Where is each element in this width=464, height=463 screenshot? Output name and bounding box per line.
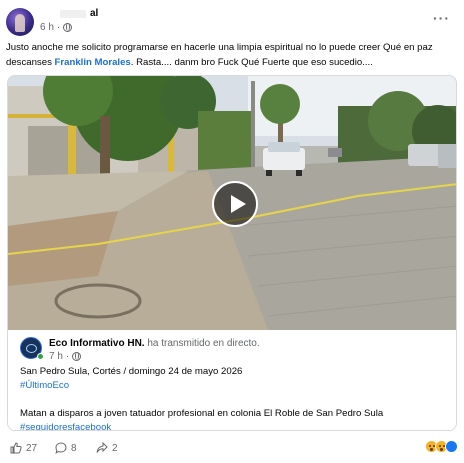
author-name-redacted <box>60 10 86 18</box>
author-avatar[interactable] <box>6 8 34 36</box>
facebook-post: al 6 h · ··· Justo anoche me solicito pr… <box>0 0 464 463</box>
video-thumbnail[interactable] <box>8 76 456 330</box>
like-button[interactable]: 27 <box>10 442 37 454</box>
page-name-link[interactable]: Eco Informativo HN. <box>49 338 145 349</box>
post-text-part2: . Rasta.... danm bro Fuck Qué Fuerte que… <box>130 57 373 68</box>
comment-count: 8 <box>71 442 77 454</box>
shared-action-text: ha transmitido en directo. <box>147 338 260 349</box>
globe-icon <box>63 23 73 32</box>
shared-post-text: San Pedro Sula, Cortés / domingo 24 de m… <box>20 365 450 430</box>
share-icon <box>96 442 108 453</box>
location-date-text: San Pedro Sula, Cortés / domingo 24 de m… <box>20 366 243 377</box>
share-button[interactable]: 2 <box>96 442 118 454</box>
like-count: 27 <box>26 442 38 454</box>
reactions-summary[interactable] <box>425 440 458 453</box>
mention-link[interactable]: Franklin Morales <box>55 57 131 68</box>
post-header: al 6 h · ··· <box>0 0 464 40</box>
hashtag-ultimoeco[interactable]: #ÚltimoEco <box>20 379 450 393</box>
post-time[interactable]: 6 h <box>40 22 54 33</box>
shared-post-card: Eco Informativo HN. ha transmitido en di… <box>7 75 457 431</box>
shared-meta: 7 h · <box>49 351 82 362</box>
more-options-icon[interactable]: ··· <box>433 10 450 26</box>
post-text: Justo anoche me solicito programarse en … <box>6 40 458 70</box>
comment-button[interactable]: 8 <box>55 442 77 454</box>
thumbs-up-icon <box>10 442 22 454</box>
comment-icon <box>55 442 67 454</box>
post-meta: 6 h · <box>40 22 73 33</box>
shared-page-line: Eco Informativo HN. ha transmitido en di… <box>49 338 260 349</box>
live-indicator-icon <box>37 353 44 360</box>
globe-icon <box>72 352 82 361</box>
hashtag-seguidores[interactable]: #seguidoresfacebook <box>20 421 450 430</box>
play-icon[interactable] <box>212 181 258 227</box>
headline-text: Matan a disparos a joven tatuador profes… <box>20 408 384 419</box>
shared-time[interactable]: 7 h <box>49 351 63 362</box>
author-name[interactable]: al <box>90 8 98 19</box>
like-reaction-icon <box>445 440 458 453</box>
share-count: 2 <box>112 442 118 454</box>
post-footer: 27 8 2 <box>0 434 464 462</box>
shared-post-info: Eco Informativo HN. ha transmitido en di… <box>8 330 456 430</box>
